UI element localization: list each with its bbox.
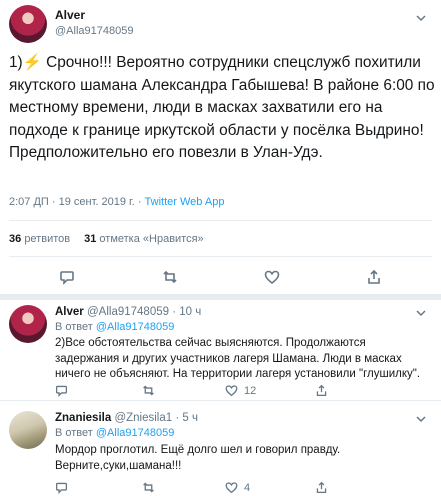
tweet-action-bar: [0, 268, 441, 286]
retweet-icon: [143, 482, 154, 493]
divider: [9, 256, 432, 257]
retweet-icon[interactable]: [160, 268, 180, 286]
likes-stat[interactable]: 31 отметка «Нравится»: [84, 233, 204, 245]
reply-tweet[interactable]: Znaniesila @Zniesila1 · 5 ч В ответ @All…: [0, 401, 441, 496]
chevron-down-icon[interactable]: [415, 12, 427, 24]
tweet-number: 1): [9, 54, 23, 71]
tweet-body: Срочно!!! Вероятно сотрудники спецслужб …: [9, 54, 439, 161]
like-count: 4: [244, 481, 251, 494]
retweet-icon: [143, 385, 154, 396]
reply-author[interactable]: Znaniesila @Zniesila1 · 5 ч: [55, 412, 198, 424]
reply-to-prefix: В ответ: [55, 427, 96, 439]
share-icon[interactable]: [364, 268, 384, 286]
share-button[interactable]: [315, 384, 328, 397]
share-icon: [316, 481, 327, 494]
tweet-text: 1)⚡ Срочно!!! Вероятно сотрудники спецсл…: [9, 52, 437, 165]
like-icon: [225, 385, 238, 397]
divider: [9, 220, 432, 221]
share-icon: [316, 384, 327, 397]
main-tweet: Alver @Alla91748059 1)⚡ Срочно!!! Вероят…: [0, 0, 441, 298]
retweets-count: 36: [9, 233, 22, 245]
like-icon: [225, 482, 238, 494]
like-button[interactable]: 12: [225, 384, 256, 397]
avatar[interactable]: [9, 411, 47, 449]
reply-action-bar: 4: [55, 481, 433, 495]
author-handle[interactable]: @Alla91748059: [55, 25, 133, 37]
reply-action-bar: 12: [55, 384, 433, 398]
reply-to: В ответ @Alla91748059: [55, 427, 174, 439]
like-icon[interactable]: [262, 268, 282, 286]
retweet-button[interactable]: [142, 481, 161, 494]
chevron-down-icon[interactable]: [415, 307, 427, 319]
author-name[interactable]: Alver: [55, 306, 84, 318]
reply-button[interactable]: [55, 384, 74, 397]
reply-to-prefix: В ответ: [55, 321, 96, 333]
tweet-time[interactable]: 2:07 ДП · 19 сент. 2019 г. ·: [9, 196, 145, 208]
retweets-label: ретвитов: [24, 233, 71, 245]
reply-icon: [55, 482, 68, 494]
likes-label: отметка «Нравится»: [99, 233, 204, 245]
author-name[interactable]: Znaniesila: [55, 412, 111, 424]
author-handle[interactable]: @Zniesila1 · 5 ч: [114, 412, 198, 424]
tweet-stats: 36 ретвитов 31 отметка «Нравится»: [9, 233, 204, 245]
reply-to-handle[interactable]: @Alla91748059: [96, 321, 174, 333]
tweet-meta: 2:07 ДП · 19 сент. 2019 г. · Twitter Web…: [9, 196, 224, 208]
reply-to: В ответ @Alla91748059: [55, 321, 174, 333]
avatar[interactable]: [9, 305, 47, 343]
reply-to-handle[interactable]: @Alla91748059: [96, 427, 174, 439]
reply-tweet[interactable]: Alver @Alla91748059 · 10 ч В ответ @Alla…: [0, 300, 441, 398]
retweet-button[interactable]: [142, 384, 161, 397]
author-handle[interactable]: @Alla91748059 · 10 ч: [87, 306, 201, 318]
author-name[interactable]: Alver: [55, 8, 85, 22]
like-button[interactable]: 4: [225, 481, 250, 494]
like-count: 12: [244, 384, 257, 397]
share-button[interactable]: [315, 481, 328, 494]
reply-author[interactable]: Alver @Alla91748059 · 10 ч: [55, 306, 201, 318]
chevron-down-icon[interactable]: [415, 413, 427, 425]
reply-icon[interactable]: [57, 268, 77, 286]
reply-icon: [55, 385, 68, 397]
avatar[interactable]: [9, 5, 47, 43]
tweet-source[interactable]: Twitter Web App: [145, 196, 225, 208]
reply-text: Мордор проглотил. Ещё долго шел и говори…: [55, 444, 341, 472]
reply-text: 2)Все обстоятельства сейчас выясняются. …: [55, 337, 421, 380]
reply-button[interactable]: [55, 481, 74, 494]
retweets-stat[interactable]: 36 ретвитов: [9, 233, 70, 245]
likes-count: 31: [84, 233, 97, 245]
lightning-icon: ⚡: [22, 54, 42, 71]
